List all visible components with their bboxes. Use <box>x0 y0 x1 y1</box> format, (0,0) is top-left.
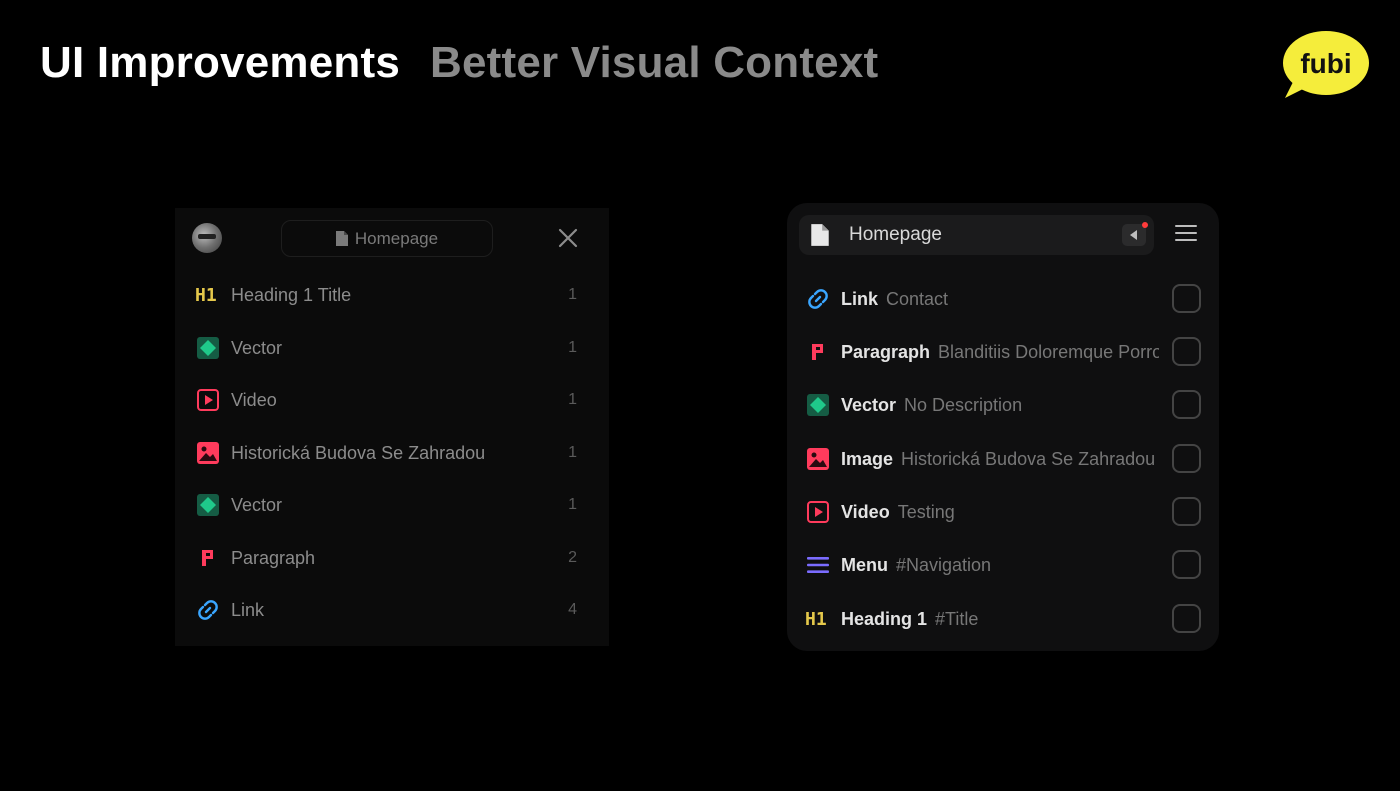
document-icon <box>811 224 829 246</box>
checkbox[interactable] <box>1172 390 1201 419</box>
svg-text:H1: H1 <box>805 609 827 629</box>
notification-dot <box>1142 222 1148 228</box>
vector-icon <box>805 392 831 418</box>
list-item-count: 1 <box>568 286 577 303</box>
list-item-label: Heading 1 Title <box>231 284 352 305</box>
list-item-desc: #Navigation <box>896 554 992 575</box>
svg-text:H1: H1 <box>195 285 217 305</box>
list-item-desc: No Description <box>904 394 1023 415</box>
hamburger-menu-icon[interactable] <box>1175 225 1197 243</box>
list-item-name: Video <box>841 501 890 522</box>
image-icon <box>805 446 831 472</box>
list-item-name: Menu <box>841 554 888 575</box>
list-item[interactable]: H1 Heading 1 #Title <box>805 601 1205 637</box>
old-page-tab[interactable]: Homepage <box>281 220 493 257</box>
slide-title: UI Improvements Better Visual Context <box>40 38 878 88</box>
list-item-desc: Contact <box>886 288 949 309</box>
list-item-count: 1 <box>568 496 577 513</box>
new-layers-panel: Homepage Link Contact Paragraph Blanditiis… <box>787 203 1219 651</box>
list-item[interactable]: H1 Heading 1 Title 1 <box>195 277 577 313</box>
list-item[interactable]: Link Contact <box>805 281 1205 317</box>
checkbox[interactable] <box>1172 444 1201 473</box>
list-item[interactable]: Menu #Navigation <box>805 547 1205 583</box>
list-item[interactable]: Vector 1 <box>195 330 577 366</box>
checkbox[interactable] <box>1172 604 1201 633</box>
list-item[interactable]: Vector 1 <box>195 487 577 523</box>
list-item[interactable]: Link 4 <box>195 592 577 628</box>
checkbox[interactable] <box>1172 337 1201 366</box>
list-item-name: Vector <box>841 394 897 415</box>
vector-icon <box>195 492 221 518</box>
checkbox[interactable] <box>1172 284 1201 313</box>
list-item-count: 1 <box>568 339 577 356</box>
list-item-name: Link <box>841 288 879 309</box>
vector-icon <box>195 335 221 361</box>
link-icon <box>195 597 221 623</box>
list-item-label: Historická Budova Se Zahradou <box>231 442 486 463</box>
list-item[interactable]: Video Testing <box>805 494 1205 530</box>
list-item-label: Paragraph <box>231 547 316 568</box>
new-page-tab[interactable]: Homepage <box>799 215 1154 255</box>
menu-icon <box>805 552 831 578</box>
document-icon <box>335 231 348 246</box>
list-item[interactable]: Video 1 <box>195 382 577 418</box>
paragraph-icon <box>805 339 831 365</box>
list-item-label: Video <box>231 389 277 410</box>
list-item-label: Vector <box>231 494 283 515</box>
close-icon[interactable] <box>556 226 580 250</box>
image-icon <box>195 440 221 466</box>
list-item-desc: Blanditiis Doloremque Porro <box>938 341 1159 362</box>
list-item-count: 1 <box>568 444 577 461</box>
title-primary: UI Improvements <box>40 38 400 87</box>
list-item-count: 1 <box>568 391 577 408</box>
avatar[interactable] <box>192 223 222 253</box>
new-page-tab-label: Homepage <box>849 224 942 245</box>
list-item[interactable]: Paragraph 2 <box>195 540 577 576</box>
list-item[interactable]: Vector No Description <box>805 387 1205 423</box>
checkbox[interactable] <box>1172 550 1201 579</box>
link-icon <box>805 286 831 312</box>
list-item-name: Image <box>841 448 894 469</box>
list-item-desc: Historická Budova Se Zahradou <box>901 448 1156 469</box>
old-layers-panel: Homepage H1 Heading 1 Title 1 Vector 1 V… <box>175 208 609 646</box>
list-item-desc: Testing <box>897 501 955 522</box>
video-icon <box>195 387 221 413</box>
list-item-count: 2 <box>568 549 577 566</box>
list-item-label: Link <box>231 599 265 620</box>
list-item[interactable]: Paragraph Blanditiis Doloremque Porro <box>805 334 1205 370</box>
list-item-label: Vector <box>231 337 283 358</box>
list-item-count: 4 <box>568 601 577 618</box>
list-item-name: Paragraph <box>841 341 931 362</box>
heading-1-icon: H1 <box>805 606 831 632</box>
logo-text: fubi <box>1300 48 1351 79</box>
list-item-name: Heading 1 <box>841 608 928 629</box>
fubi-logo: fubi <box>1281 30 1371 100</box>
heading-1-icon: H1 <box>195 282 221 308</box>
old-page-tab-label: Homepage <box>354 228 439 248</box>
paragraph-icon <box>195 545 221 571</box>
list-item[interactable]: Historická Budova Se Zahradou 1 <box>195 435 577 471</box>
list-item-desc: #Title <box>935 608 979 629</box>
video-icon <box>805 499 831 525</box>
checkbox[interactable] <box>1172 497 1201 526</box>
list-item[interactable]: Image Historická Budova Se Zahradou <box>805 441 1205 477</box>
title-secondary: Better Visual Context <box>429 38 879 87</box>
